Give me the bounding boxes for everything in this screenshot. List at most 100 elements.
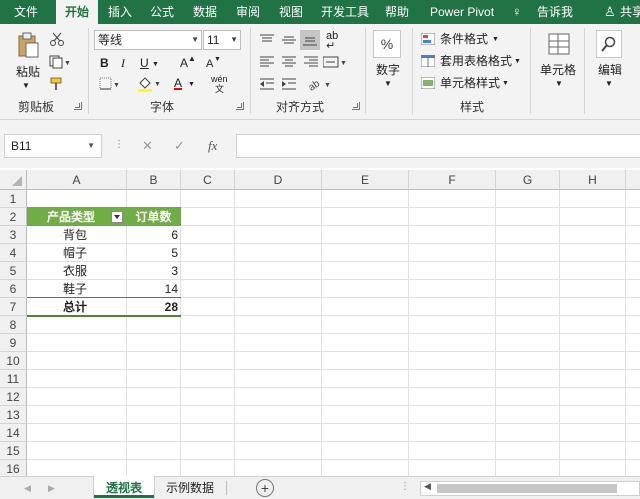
underline-dropdown-icon[interactable]: ▼ (152, 57, 159, 73)
tab-data[interactable]: 数据 (193, 0, 217, 24)
row-header[interactable]: 7 (0, 298, 27, 316)
borders-icon[interactable]: ▼ (98, 76, 120, 92)
pivot-row-label[interactable]: 帽子 (63, 244, 87, 262)
more-options-icon[interactable]: ⋮ (114, 137, 124, 153)
cells-icon[interactable] (545, 30, 573, 58)
font-color-dropdown-icon[interactable]: ▼ (188, 77, 195, 93)
decrease-indent-icon[interactable] (258, 76, 276, 92)
cancel-icon[interactable]: ✕ (142, 138, 153, 154)
chevron-down-icon[interactable]: ▼ (605, 76, 613, 92)
chevron-down-icon[interactable]: ▼ (87, 135, 95, 157)
column-header-partial[interactable] (626, 170, 640, 190)
share-button[interactable]: 共享 (620, 0, 640, 24)
pivot-total-label[interactable]: 总计 (63, 298, 87, 316)
select-all-corner[interactable] (0, 170, 27, 190)
pivot-row-label[interactable]: 衣服 (63, 262, 87, 280)
align-right-icon[interactable] (302, 54, 320, 70)
pivot-row-label[interactable]: 背包 (63, 226, 87, 244)
chevron-down-icon[interactable]: ▼ (502, 76, 509, 92)
formula-input[interactable] (236, 134, 640, 158)
row-header[interactable]: 6 (0, 280, 27, 298)
chevron-down-icon[interactable]: ▼ (384, 76, 392, 92)
sheet-tab-sample-data[interactable]: 示例数据 (166, 480, 214, 496)
tab-insert[interactable]: 插入 (108, 0, 132, 24)
align-center-icon[interactable] (280, 54, 298, 70)
column-header-f[interactable]: F (409, 170, 496, 190)
row-header[interactable]: 15 (0, 442, 27, 460)
row-header[interactable]: 1 (0, 190, 27, 208)
column-header-h[interactable]: H (560, 170, 626, 190)
align-top-icon[interactable] (258, 32, 276, 48)
row-header[interactable]: 8 (0, 316, 27, 334)
horizontal-scrollbar[interactable]: ◀ (420, 481, 640, 496)
copy-icon[interactable]: ▼ (48, 53, 72, 71)
column-header-e[interactable]: E (322, 170, 409, 190)
tell-me-search[interactable]: 告诉我 (537, 0, 573, 24)
grow-font-button[interactable]: A (180, 55, 188, 71)
scroll-left-icon[interactable]: ◀ (24, 480, 31, 496)
fill-color-icon[interactable]: ▼ (136, 76, 162, 92)
name-box[interactable]: B11 ▼ (4, 134, 102, 158)
tab-review[interactable]: 审阅 (236, 0, 260, 24)
shrink-font-button[interactable]: A (206, 56, 213, 72)
row-header[interactable]: 12 (0, 388, 27, 406)
row-header[interactable]: 14 (0, 424, 27, 442)
insert-function-icon[interactable]: fx (208, 138, 217, 154)
alignment-launcher-icon[interactable] (352, 102, 360, 110)
search-icon[interactable] (596, 30, 622, 58)
row-header[interactable]: 9 (0, 334, 27, 352)
scroll-right-icon[interactable]: ▶ (48, 480, 55, 496)
pivot-row-value[interactable]: 6 (127, 226, 178, 244)
enter-icon[interactable]: ✓ (174, 138, 185, 154)
lightbulb-icon[interactable]: ♀ (512, 0, 522, 24)
scroll-left-arrow-icon[interactable]: ◀ (424, 481, 431, 492)
column-header-b[interactable]: B (127, 170, 181, 190)
row-header[interactable]: 2 (0, 208, 27, 226)
font-size-combo[interactable]: 11 ▼ (203, 30, 241, 50)
pivot-row-value[interactable]: 5 (127, 244, 178, 262)
row-header[interactable]: 4 (0, 244, 27, 262)
sheet-tab-active[interactable]: 透视表 (94, 476, 154, 498)
percent-icon[interactable]: % (373, 30, 401, 58)
column-header-g[interactable]: G (496, 170, 560, 190)
clipboard-launcher-icon[interactable] (74, 102, 82, 110)
row-header[interactable]: 16 (0, 460, 27, 476)
align-bottom-icon[interactable] (300, 30, 320, 50)
tab-developer[interactable]: 开发工具 (321, 0, 369, 24)
worksheet-grid[interactable]: A B C D E F G H 1 2 3 4 5 6 7 8 9 10 11 … (0, 168, 640, 476)
cut-icon[interactable] (48, 30, 66, 48)
cell-styles-button[interactable]: 单元格样式 (440, 75, 500, 91)
more-sheets-icon[interactable]: ⋮ (400, 479, 410, 495)
bold-button[interactable]: B (100, 55, 109, 71)
chevron-down-icon[interactable]: ▼ (492, 32, 499, 48)
tab-help[interactable]: 帮助 (385, 0, 409, 24)
tab-view[interactable]: 视图 (279, 0, 303, 24)
column-header-d[interactable]: D (235, 170, 322, 190)
tab-file[interactable]: 文件 (14, 0, 38, 24)
paste-dropdown-icon[interactable]: ▼ (22, 78, 30, 94)
font-name-combo[interactable]: 等线 ▼ (94, 30, 202, 50)
align-left-icon[interactable] (258, 54, 276, 70)
format-painter-icon[interactable] (48, 75, 66, 93)
increase-indent-icon[interactable] (280, 76, 298, 92)
pivot-header-order-count[interactable]: 订单数 (127, 208, 180, 226)
font-color-button[interactable]: A (174, 75, 182, 91)
font-launcher-icon[interactable] (236, 102, 244, 110)
row-header[interactable]: 3 (0, 226, 27, 244)
row-header[interactable]: 10 (0, 352, 27, 370)
row-header[interactable]: 13 (0, 406, 27, 424)
pivot-row-value[interactable]: 14 (127, 280, 178, 298)
conditional-format-button[interactable]: 条件格式 (440, 31, 488, 47)
merge-center-icon[interactable]: ▼ (322, 54, 348, 70)
italic-button[interactable]: I (121, 55, 125, 71)
format-as-table-button[interactable]: 套用表格格式 (440, 53, 512, 69)
pivot-total-value[interactable]: 28 (127, 298, 178, 316)
align-middle-icon[interactable] (280, 32, 298, 48)
paste-icon[interactable] (14, 30, 42, 60)
underline-button[interactable]: U (140, 55, 149, 71)
tab-power-pivot[interactable]: Power Pivot (430, 0, 494, 24)
tab-formulas[interactable]: 公式 (150, 0, 174, 24)
pivot-row-label[interactable]: 鞋子 (63, 280, 87, 298)
row-header[interactable]: 11 (0, 370, 27, 388)
orientation-icon[interactable]: ab ▼ (306, 76, 332, 92)
